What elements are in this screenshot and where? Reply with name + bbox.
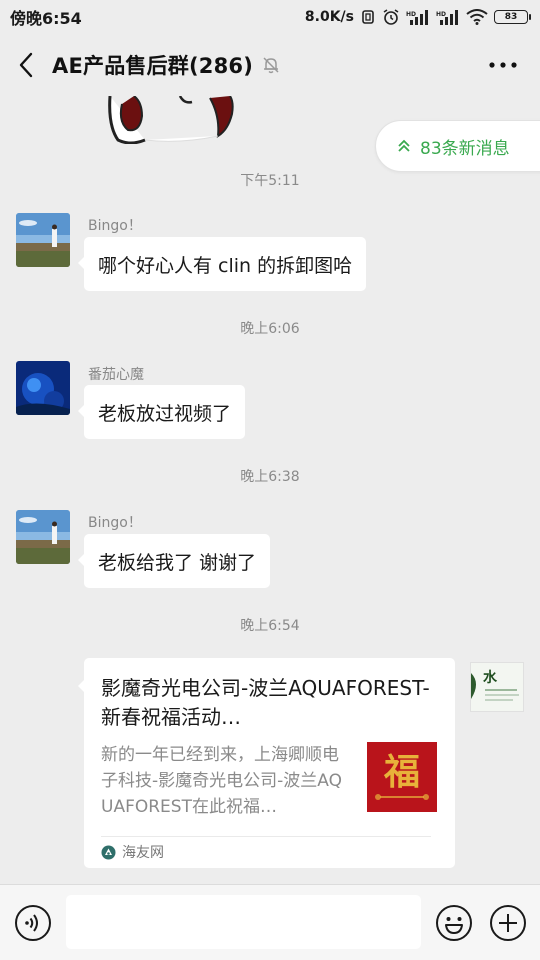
- thumbnail-fu-character: 福: [383, 751, 420, 793]
- chat-title: AE产品售后群(286): [52, 54, 254, 78]
- message-input[interactable]: [66, 895, 421, 949]
- message-bubble[interactable]: 哪个好心人有 clin 的拆卸图哈: [77, 237, 367, 291]
- link-card[interactable]: 影魔奇光电公司-波兰AQUAFOREST-新春祝福活动… 新的一年已经到来，上海…: [78, 658, 455, 868]
- message-timestamp: 晚上6:06: [240, 321, 300, 337]
- side-thumbnail-title: 水: [483, 670, 497, 686]
- sticker-image: [108, 96, 234, 144]
- message-sender: Bingo！: [88, 515, 142, 531]
- network-speed: 8.0K/s: [304, 9, 354, 25]
- svg-text:HD: HD: [436, 11, 446, 18]
- mute-bell-icon: [261, 55, 281, 75]
- back-button[interactable]: [0, 34, 52, 96]
- avatar-image: [16, 510, 70, 564]
- more-functions-button[interactable]: [489, 904, 527, 942]
- nfc-icon: [362, 10, 374, 24]
- avatar[interactable]: [16, 361, 70, 415]
- alarm-icon: [383, 9, 399, 25]
- link-card-body: 新的一年已经到来，上海卿顺电子科技-影魔奇光电公司-波兰AQUAFOREST在此…: [101, 742, 437, 820]
- message-timestamp: 晚上6:54: [240, 618, 300, 634]
- status-time: 傍晚6:54: [10, 9, 82, 28]
- voice-icon: [15, 905, 51, 941]
- avatar-image: [16, 361, 70, 415]
- chat-input-bar: [0, 884, 540, 960]
- message-bubble[interactable]: 老板放过视频了: [77, 385, 246, 439]
- emoji-button[interactable]: [435, 904, 473, 942]
- avatar[interactable]: [16, 510, 70, 564]
- chat-header: AE产品售后群(286): [0, 34, 540, 96]
- more-options-button[interactable]: [488, 52, 518, 78]
- back-arrow-icon: [19, 52, 33, 78]
- chat-message-list[interactable]: 83条新消息 下午5:11 Bingo！ 哪个好心人有 clin 的拆卸图哈 晚…: [0, 96, 540, 884]
- link-card-thumbnail: 福: [367, 742, 437, 812]
- svg-text:HD: HD: [406, 11, 416, 18]
- status-icons: 8.0K/s HD HD 83: [304, 8, 531, 26]
- status-bar: 傍晚6:54 8.0K/s HD HD 83: [0, 0, 540, 34]
- side-thumbnail[interactable]: 水: [470, 662, 524, 712]
- message-timestamp: 下午5:11: [240, 173, 300, 189]
- message-timestamp: 晚上6:38: [240, 469, 300, 485]
- signal-hd-2-icon: HD: [436, 10, 458, 25]
- voice-input-button[interactable]: [14, 904, 52, 942]
- emoji-icon: [436, 905, 472, 941]
- more-dots-icon: [489, 62, 517, 68]
- link-card-description: 新的一年已经到来，上海卿顺电子科技-影魔奇光电公司-波兰AQUAFOREST在此…: [101, 745, 342, 817]
- wifi-icon: [466, 9, 488, 25]
- new-messages-button[interactable]: 83条新消息: [375, 120, 540, 172]
- message-bubble[interactable]: 老板给我了 谢谢了: [77, 534, 271, 588]
- link-card-source-name: 海友网: [122, 845, 164, 861]
- link-card-source: 海友网: [101, 837, 437, 867]
- message-sender: Bingo！: [88, 218, 142, 234]
- link-card-title: 影魔奇光电公司-波兰AQUAFOREST-新春祝福活动…: [101, 676, 430, 729]
- new-messages-label: 83条新消息: [420, 138, 510, 159]
- plus-circle-icon: [490, 905, 526, 941]
- avatar[interactable]: [16, 213, 70, 267]
- battery-indicator: 83: [494, 10, 531, 24]
- avatar-image: [16, 213, 70, 267]
- thumbnail-decoration: [375, 794, 429, 800]
- side-thumbnail-image: [471, 663, 523, 711]
- double-chevron-up-icon: [398, 139, 410, 152]
- signal-hd-1-icon: HD: [406, 10, 428, 25]
- message-sender: 番茄心魔: [88, 367, 144, 383]
- source-logo-icon: [101, 845, 116, 859]
